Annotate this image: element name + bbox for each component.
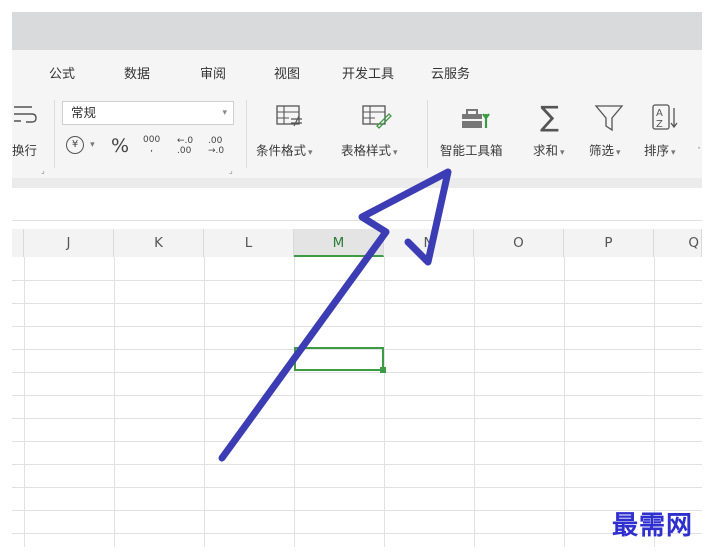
annotation-arrow — [218, 168, 452, 462]
watermark-logo: 最需网 — [612, 511, 694, 541]
